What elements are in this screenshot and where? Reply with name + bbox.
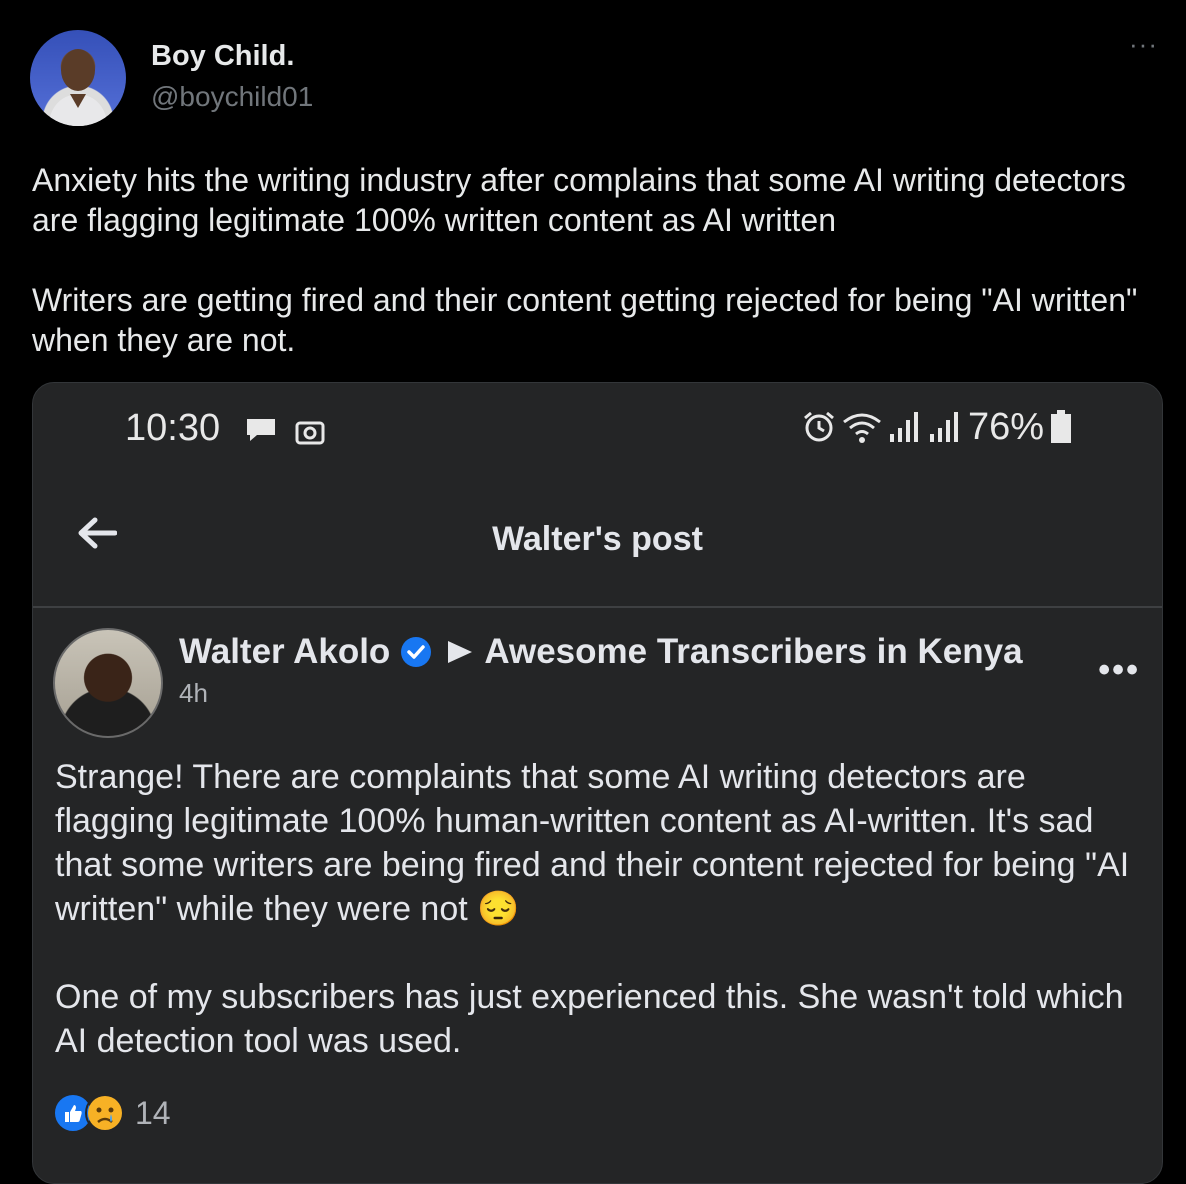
post-navbar: Walter's post [33, 478, 1162, 608]
battery-icon [1051, 410, 1071, 443]
tweet-header: Boy Child. @boychild01 ··· [30, 28, 1160, 128]
camera-icon [295, 421, 325, 445]
post-group-name[interactable]: Awesome Transcribers in Kenya [484, 632, 1022, 672]
alarm-icon [803, 411, 834, 442]
signal-icon [889, 412, 918, 442]
post-meta: Walter Akolo Awesome Transcribers in Ken… [179, 632, 1023, 709]
nav-title: Walter's post [492, 520, 703, 558]
post-author-name[interactable]: Walter Akolo [179, 632, 390, 672]
post-time[interactable]: 4h [179, 678, 1023, 709]
avatar[interactable] [53, 628, 163, 738]
reaction-count: 14 [135, 1094, 171, 1131]
reactions[interactable]: 14 [53, 1093, 171, 1133]
status-icons: 76% [802, 405, 1072, 448]
status-bar: 10:30 76% [33, 383, 1162, 478]
wifi-icon [843, 413, 881, 443]
battery-percent: 76% [967, 405, 1044, 448]
verified-icon [401, 637, 432, 667]
post-author-line: Walter Akolo Awesome Transcribers in Ken… [179, 632, 1023, 672]
sad-icon [85, 1093, 125, 1133]
more-icon[interactable]: ••• [1098, 653, 1140, 687]
tweet-text: Anxiety hits the writing industry after … [32, 162, 1138, 358]
author-handle[interactable]: @boychild01 [151, 81, 313, 113]
more-icon[interactable]: ··· [1129, 31, 1158, 57]
status-time: 10:30 [125, 407, 221, 449]
avatar[interactable] [30, 30, 126, 126]
post-body: Strange! There are complaints that some … [55, 758, 1130, 1060]
author-name[interactable]: Boy Child. [151, 40, 313, 73]
author-info: Boy Child. @boychild01 [151, 40, 313, 113]
message-icon [247, 419, 275, 441]
signal-icon [929, 412, 958, 442]
post-header: Walter Akolo Awesome Transcribers in Ken… [33, 608, 1162, 738]
embedded-screenshot[interactable]: 10:30 76% Walter's post Walter Akolo Awe… [32, 382, 1163, 1184]
right-arrow-icon [448, 641, 473, 663]
